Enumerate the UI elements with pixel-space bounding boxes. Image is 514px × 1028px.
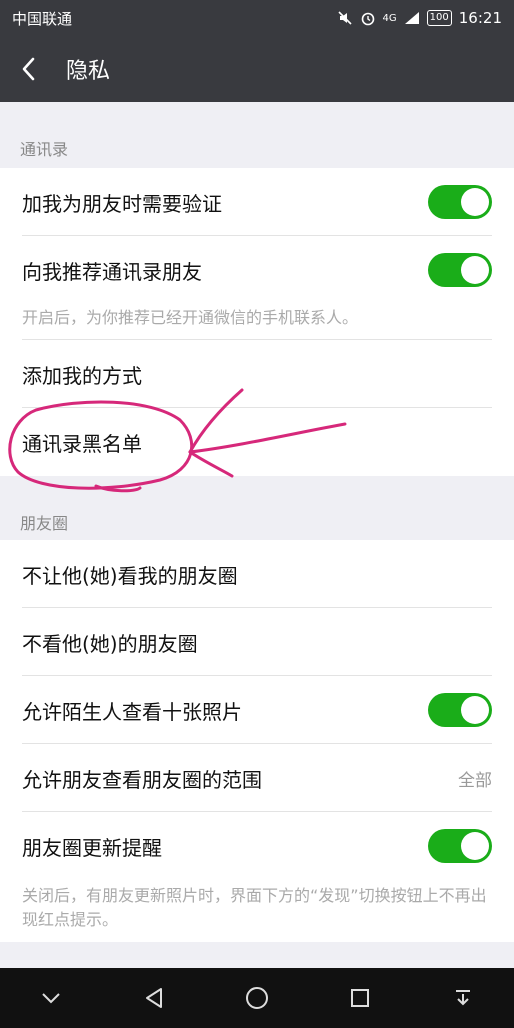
battery-icon: 100 bbox=[426, 10, 452, 26]
row-update-remind-label: 朋友圈更新提醒 bbox=[22, 835, 162, 860]
circle-home-icon bbox=[245, 987, 268, 1009]
recommend-hint-block: 开启后，为你推荐已经开通微信的手机联系人。 bbox=[0, 304, 514, 340]
contacts-group: 加我为朋友时需要验证 向我推荐通讯录朋友 开启后，为你推荐已经开通微信的手机联系… bbox=[0, 168, 514, 476]
nav-collapse-button[interactable] bbox=[31, 978, 71, 1018]
row-not-view-label: 不看他(她)的朋友圈 bbox=[22, 631, 198, 656]
signal-icon bbox=[404, 12, 419, 24]
page-title: 隐私 bbox=[66, 59, 111, 84]
verify-toggle[interactable] bbox=[428, 185, 492, 219]
row-not-view[interactable]: 不看他(她)的朋友圈 bbox=[0, 608, 514, 676]
row-range-label: 允许朋友查看朋友圈的范围 bbox=[22, 767, 262, 792]
title-bar: 隐私 bbox=[0, 36, 514, 102]
system-nav-bar bbox=[0, 968, 514, 1028]
nav-recents-button[interactable] bbox=[340, 978, 380, 1018]
row-hide-from-label: 不让他(她)看我的朋友圈 bbox=[22, 563, 238, 588]
row-hide-from[interactable]: 不让他(她)看我的朋友圈 bbox=[0, 540, 514, 608]
pull-down-icon bbox=[455, 990, 470, 1006]
back-button[interactable] bbox=[0, 36, 56, 102]
recommend-hint: 开启后，为你推荐已经开通微信的手机联系人。 bbox=[22, 308, 359, 327]
section-heading-contacts: 通讯录 bbox=[0, 102, 514, 168]
update-remind-toggle[interactable] bbox=[428, 829, 492, 863]
row-blacklist-label: 通讯录黑名单 bbox=[22, 431, 142, 456]
row-update-remind[interactable]: 朋友圈更新提醒 bbox=[0, 812, 514, 880]
row-range[interactable]: 允许朋友查看朋友圈的范围 全部 bbox=[0, 744, 514, 812]
square-recents-icon bbox=[350, 989, 369, 1007]
nav-home-button[interactable] bbox=[237, 978, 277, 1018]
nav-back-button[interactable] bbox=[134, 978, 174, 1018]
mute-icon bbox=[337, 11, 352, 25]
network-type: 4G bbox=[382, 12, 397, 24]
range-value: 全部 bbox=[458, 770, 492, 791]
section-heading-moments: 朋友圈 bbox=[0, 476, 514, 540]
update-hint-block: 关闭后，有朋友更新照片时，界面下方的“发现”切换按钮上不再出现红点提示。 bbox=[0, 880, 514, 942]
chevron-left-icon bbox=[22, 57, 35, 81]
chevron-down-icon bbox=[42, 993, 61, 1004]
row-stranger-ten-label: 允许陌生人查看十张照片 bbox=[22, 699, 242, 724]
clock: 16:21 bbox=[458, 9, 502, 27]
row-add-methods-label: 添加我的方式 bbox=[22, 363, 142, 388]
row-verify-label: 加我为朋友时需要验证 bbox=[22, 191, 222, 216]
row-verify[interactable]: 加我为朋友时需要验证 bbox=[0, 168, 514, 236]
carrier-label: 中国联通 bbox=[12, 9, 73, 28]
toggle-knob bbox=[461, 188, 489, 216]
stranger-ten-toggle[interactable] bbox=[428, 693, 492, 727]
row-recommend[interactable]: 向我推荐通讯录朋友 bbox=[0, 236, 514, 304]
row-blacklist[interactable]: 通讯录黑名单 bbox=[0, 408, 514, 476]
toggle-knob bbox=[461, 696, 489, 724]
row-recommend-label: 向我推荐通讯录朋友 bbox=[22, 259, 202, 284]
nav-notifications-button[interactable] bbox=[443, 978, 483, 1018]
moments-group: 不让他(她)看我的朋友圈 不看他(她)的朋友圈 允许陌生人查看十张照片 允许朋友… bbox=[0, 540, 514, 942]
row-stranger-ten[interactable]: 允许陌生人查看十张照片 bbox=[0, 676, 514, 744]
triangle-back-icon bbox=[146, 988, 163, 1008]
toggle-knob bbox=[461, 832, 489, 860]
row-add-methods[interactable]: 添加我的方式 bbox=[0, 340, 514, 408]
status-icons: 4G 100 16:21 bbox=[337, 9, 502, 27]
update-hint: 关闭后，有朋友更新照片时，界面下方的“发现”切换按钮上不再出现红点提示。 bbox=[22, 886, 487, 929]
toggle-knob bbox=[461, 256, 489, 284]
status-bar: 中国联通 4G 100 16:21 bbox=[0, 0, 514, 36]
recommend-toggle[interactable] bbox=[428, 253, 492, 287]
alarm-icon bbox=[361, 12, 374, 26]
